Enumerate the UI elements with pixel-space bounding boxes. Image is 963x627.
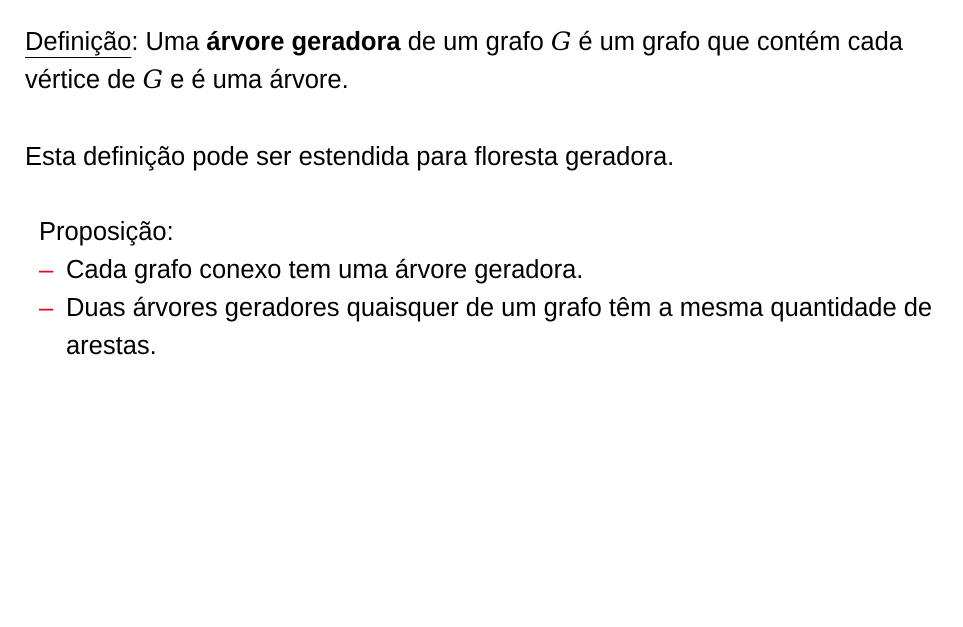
proposition-block: Proposição: – Cada grafo conexo tem uma … <box>39 213 939 365</box>
proposition-title: Proposição: <box>39 218 174 246</box>
definition-text-2: de um grafo <box>400 28 551 56</box>
dash-bullet-icon: – <box>39 294 54 322</box>
slide: Definição: Uma árvore geradora de um gra… <box>0 0 963 627</box>
proposition-list: – Cada grafo conexo tem uma árvore gerad… <box>39 251 939 365</box>
definition-label: Definição <box>25 28 132 56</box>
list-item-text: Cada grafo conexo tem uma árvore gerador… <box>66 256 584 284</box>
dash-bullet-icon: – <box>39 256 54 284</box>
definition-term: árvore geradora <box>206 28 401 56</box>
graph-variable: G <box>142 65 164 95</box>
extension-paragraph: Esta definição pode ser estendida para f… <box>25 143 675 171</box>
list-item: – Cada grafo conexo tem uma árvore gerad… <box>39 251 939 289</box>
definition-text-4: e é uma árvore. <box>163 66 349 94</box>
graph-variable: G <box>550 27 572 57</box>
list-item: – Duas árvores geradores quaisquer de um… <box>39 289 939 365</box>
list-item-text: Duas árvores geradores quaisquer de um g… <box>66 294 933 360</box>
definition-text-1: Uma <box>138 28 207 56</box>
definition-paragraph: Definição: Uma árvore geradora de um gra… <box>25 23 940 99</box>
